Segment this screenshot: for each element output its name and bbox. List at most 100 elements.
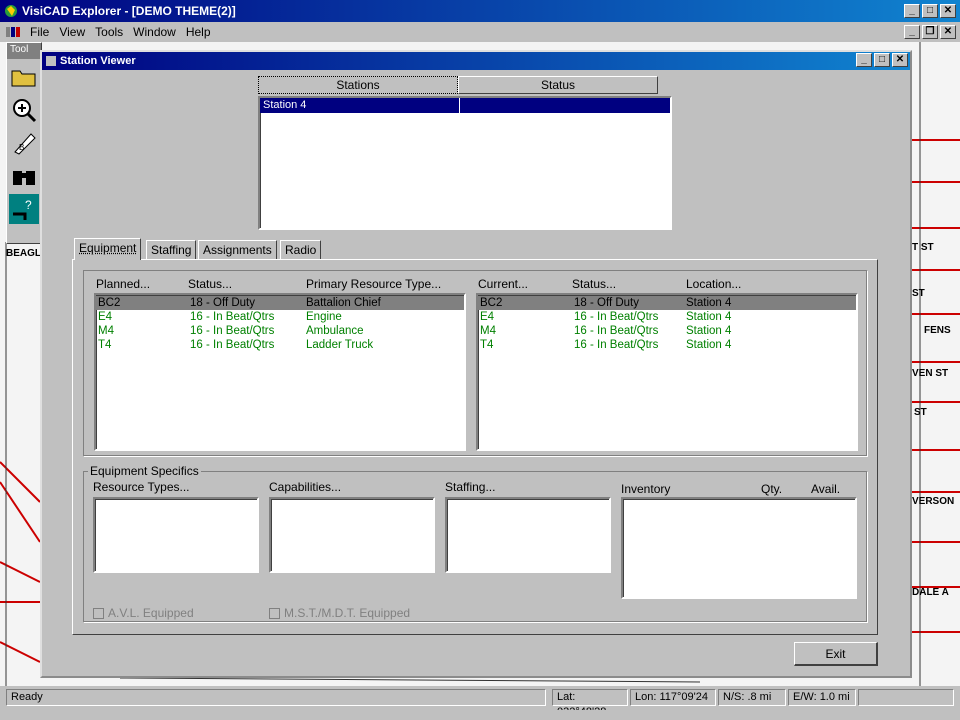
table-row[interactable]: BC2 18 - Off Duty Station 4 [478,296,856,310]
tab-assignments[interactable]: Assignments [198,240,277,260]
dialog-maximize-button[interactable]: □ [874,53,890,67]
primary-resource-type-header[interactable]: Primary Resource Type... [306,277,441,291]
document-icon[interactable] [6,26,20,38]
toolbox-title: Tool [7,43,41,59]
status-column-header[interactable]: Status [458,76,658,94]
current-status: 18 - Off Duty [574,297,639,309]
checkbox-box[interactable] [269,607,280,619]
planned-type: Ambulance [306,325,364,337]
menu-view[interactable]: View [59,25,85,39]
checkbox-box[interactable] [93,607,104,619]
road-sign-icon[interactable]: B [9,128,39,158]
tab-staffing[interactable]: Staffing [146,240,197,260]
maximize-button[interactable]: □ [922,4,938,18]
station-viewer-dialog: Station Viewer _ □ ✕ Stations Status Sta… [40,50,912,678]
avl-equipped-checkbox[interactable]: A.V.L. Equipped [93,606,194,620]
tab-staffing-label: Staffing [151,243,192,257]
current-location: Station 4 [686,297,732,309]
table-row[interactable]: M4 16 - In Beat/Qtrs Station 4 [478,324,856,338]
staffing-list[interactable] [445,497,611,573]
planned-header[interactable]: Planned... [96,277,150,291]
avail-label: Avail. [811,482,841,496]
status-east-west: E/W: 1.0 mi [788,689,856,706]
map-label: VERSON [912,496,955,507]
tab-radio[interactable]: Radio [280,240,322,260]
table-row[interactable]: M4 16 - In Beat/Qtrs Ambulance [96,324,464,338]
resource-types-label: Resource Types... [93,480,190,494]
planned-status-header[interactable]: Status... [188,277,232,291]
app-title-bar: VisiCAD Explorer - [DEMO THEME(2)] _ □ ✕ [0,0,960,22]
menu-window[interactable]: Window [133,25,176,39]
planned-id: BC2 [98,297,121,309]
tab-equipment[interactable]: Equipment [74,238,142,260]
planned-type: Ladder Truck [306,339,374,351]
inventory-list[interactable] [621,497,857,599]
planned-id: T4 [98,339,112,351]
equipment-lists-group: Planned... Status... Primary Resource Ty… [83,270,867,456]
current-location: Station 4 [686,339,732,351]
planned-type: Battalion Chief [306,297,381,309]
menu-tools[interactable]: Tools [95,25,123,39]
table-row[interactable]: E4 16 - In Beat/Qtrs Engine [96,310,464,324]
current-status-header[interactable]: Status... [572,277,616,291]
stations-column-header[interactable]: Stations [258,76,458,94]
mdi-restore-button[interactable]: ❐ [922,25,938,39]
status-ready: Ready [6,689,546,706]
location-header[interactable]: Location... [686,277,741,291]
tab-assignments-label: Assignments [203,243,272,257]
current-location: Station 4 [686,325,732,337]
tab-radio-label: Radio [285,243,317,257]
svg-text:B: B [19,143,24,152]
menu-file[interactable]: File [30,25,49,39]
resource-types-list[interactable] [93,497,259,573]
capabilities-list[interactable] [269,497,435,573]
status-latitude: Lat: 032°48'28 [552,689,628,718]
mst-mdt-equipped-label: M.S.T./M.D.T. Equipped [284,606,411,620]
toolbox: Tool B ? [6,42,42,244]
current-status: 16 - In Beat/Qtrs [574,311,659,323]
planned-type: Engine [306,311,342,323]
map-label: VEN ST [912,368,949,379]
menu-help[interactable]: Help [186,25,211,39]
mdi-minimize-button[interactable]: _ [904,25,920,39]
minimize-button[interactable]: _ [904,4,920,18]
status-header-label: Status [540,78,576,92]
exit-label: Exit [825,647,846,661]
mst-mdt-equipped-checkbox[interactable]: M.S.T./M.D.T. Equipped [269,606,410,620]
close-button[interactable]: ✕ [940,4,956,18]
current-status: 16 - In Beat/Qtrs [574,325,659,337]
tab-equipment-label: Equipment [79,241,137,255]
exit-button[interactable]: Exit [794,642,878,666]
open-folder-icon[interactable] [9,62,39,92]
stations-list[interactable]: Station 4 [258,96,672,230]
current-id: T4 [480,339,494,351]
planned-id: E4 [98,311,113,323]
map-label: ST [914,407,927,418]
station-status [460,98,670,113]
status-north-south: N/S: .8 mi [718,689,786,706]
inventory-label: Inventory [621,482,671,496]
table-row[interactable]: T4 16 - In Beat/Qtrs Ladder Truck [96,338,464,352]
table-row[interactable]: E4 16 - In Beat/Qtrs Station 4 [478,310,856,324]
mdi-close-button[interactable]: ✕ [940,25,956,39]
binoculars-icon[interactable] [9,161,39,191]
list-item[interactable]: Station 4 [260,98,670,113]
avl-equipped-label: A.V.L. Equipped [108,606,194,620]
capabilities-label: Capabilities... [269,480,342,494]
table-row[interactable]: BC2 18 - Off Duty Battalion Chief [96,296,464,310]
table-row[interactable]: T4 16 - In Beat/Qtrs Station 4 [478,338,856,352]
equipment-specifics-legend: Equipment Specifics [90,464,199,478]
zoom-in-icon[interactable] [9,95,39,125]
dialog-close-button[interactable]: ✕ [892,53,908,67]
current-header[interactable]: Current... [478,277,528,291]
current-equipment-list[interactable]: BC2 18 - Off Duty Station 4 E4 16 - In B… [476,293,858,451]
current-location: Station 4 [686,311,732,323]
status-extra-panel [858,689,954,706]
visicad-logo-icon [4,4,18,18]
dialog-minimize-button[interactable]: _ [856,53,872,67]
planned-status: 16 - In Beat/Qtrs [190,325,275,337]
planned-equipment-list[interactable]: BC2 18 - Off Duty Battalion Chief E4 16 … [94,293,466,451]
svg-text:?: ? [25,198,32,212]
help-map-icon[interactable]: ? [9,194,39,224]
stations-header-label: Stations [336,78,380,92]
